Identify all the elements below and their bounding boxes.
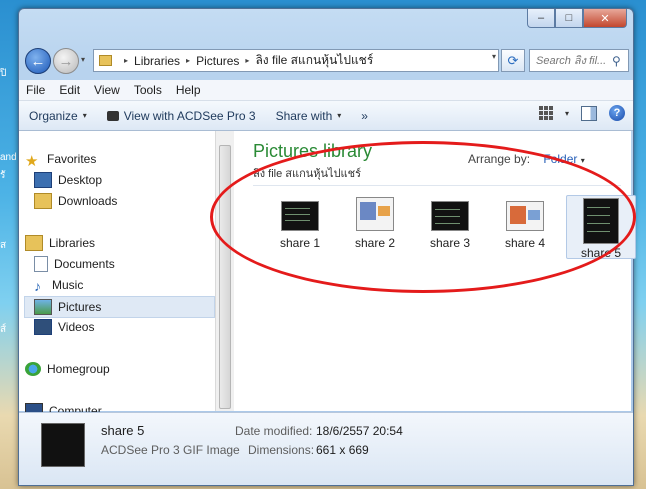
nav-pictures[interactable]: Pictures [24,296,215,318]
nav-pictures-label: Pictures [58,300,102,314]
date-modified-value: 18/6/2557 20:54 [316,424,403,438]
nav-desktop-label: Desktop [58,173,103,187]
nav-videos-label: Videos [58,320,95,334]
search-input[interactable] [534,53,612,68]
desktop-label-2: and [0,152,17,163]
view-options-chevron-icon[interactable]: ▾ [565,109,569,118]
nav-favorites-label: Favorites [47,152,97,166]
menu-file[interactable]: File [19,83,52,97]
change-view-icon[interactable] [538,106,553,120]
desktop-label-5: ส์ [0,324,7,335]
toolbar-right: ▾ ? [538,105,625,121]
desktop-label-1: ปิ [0,68,7,79]
recent-pages-dropdown[interactable]: ▾ [81,55,85,64]
homegroup-icon [25,362,41,376]
nav-homegroup[interactable]: Homegroup [25,359,219,379]
menu-bar: File Edit View Tools Help [19,80,633,101]
breadcrumb-separator[interactable]: ▸ [124,56,128,65]
organize-label: Organize [29,108,78,123]
chevron-down-icon: ▾ [82,111,87,120]
menu-view[interactable]: View [87,83,127,97]
command-bar: Organize ▾ View with ACDSee Pro 3 Share … [19,101,633,131]
breadcrumb-libraries[interactable]: Libraries [134,54,180,68]
nav-desktop[interactable]: Desktop [34,170,228,190]
nav-homegroup-label: Homegroup [47,362,110,376]
search-icon[interactable]: ⚲ [612,54,621,68]
videos-icon [34,319,52,335]
details-pane: share 5 ACDSee Pro 3 GIF Image Date modi… [19,412,633,485]
desktop-icon [34,172,52,188]
close-button[interactable]: ✕ [583,9,627,28]
nav-videos[interactable]: Videos [34,317,228,337]
details-file-type: ACDSee Pro 3 GIF Image [101,443,240,457]
nav-music-label: Music [52,278,84,292]
date-modified-label: Date modified: [235,424,313,438]
address-bar[interactable]: ▸ Libraries ▸ Pictures ▸ ลิง file สแกนหุ… [93,49,499,72]
desktop-label-4: ส [0,240,7,251]
nav-downloads[interactable]: Downloads [34,191,228,211]
search-box[interactable]: ⚲ [529,49,629,72]
back-button[interactable]: ← [25,48,51,74]
breadcrumb-pictures[interactable]: Pictures [196,54,239,68]
nav-documents[interactable]: Documents [34,254,228,274]
music-icon: ♪ [34,278,41,294]
dimensions-value: 661 x 669 [316,443,369,457]
nav-favorites[interactable]: ★ Favorites [25,149,219,170]
breadcrumb-separator[interactable]: ▸ [245,56,249,65]
star-icon: ★ [25,153,39,170]
nav-documents-label: Documents [54,257,115,271]
desktop-label-3: รั [0,170,6,181]
navigation-pane: ★ Favorites Desktop Downloads Libraries … [19,131,220,419]
downloads-icon [34,193,52,209]
breadcrumb-current-folder[interactable]: ลิง file สแกนหุ้นไปแชร์ [255,51,373,70]
nav-scrollbar[interactable] [215,131,234,411]
preview-pane-icon[interactable] [581,105,597,121]
red-annotation-ellipse [210,141,636,293]
view-with-label: View with ACDSee Pro 3 [123,108,256,123]
nav-libraries-label: Libraries [49,236,96,250]
view-with-acdsee-button[interactable]: View with ACDSee Pro 3 [97,109,266,123]
refresh-button[interactable]: ⟳ [501,49,525,72]
menu-help[interactable]: Help [169,83,208,97]
share-with-label: Share with [275,108,333,123]
help-icon[interactable]: ? [609,105,625,121]
maximize-button[interactable]: □ [555,9,583,28]
breadcrumb-separator[interactable]: ▸ [186,56,190,65]
caption-buttons: – □ ✕ [527,9,627,28]
documents-icon [34,256,48,272]
menu-tools[interactable]: Tools [127,83,169,97]
navigation-row: ← → ▾ ▸ Libraries ▸ Pictures ▸ ลิง file … [25,47,629,75]
minimize-button[interactable]: – [527,9,555,28]
nav-music[interactable]: ♪ Music [34,275,228,295]
address-dropdown[interactable]: ▾ [492,52,496,61]
dimensions-label: Dimensions: [248,443,315,457]
details-thumbnail [41,423,85,467]
chevron-down-icon: ▾ [580,156,585,165]
folder-icon [99,55,112,66]
nav-downloads-label: Downloads [58,194,118,208]
libraries-icon [25,235,43,251]
organize-button[interactable]: Organize ▾ [19,109,97,123]
menu-edit[interactable]: Edit [52,83,87,97]
acdsee-icon [106,110,119,121]
share-with-button[interactable]: Share with ▾ [266,109,352,123]
chevron-down-icon: ▾ [337,111,342,120]
details-file-name: share 5 [101,423,145,438]
pictures-icon [34,299,52,315]
more-commands-button[interactable]: » [351,109,378,123]
forward-button[interactable]: → [53,48,79,74]
nav-libraries[interactable]: Libraries [25,233,219,253]
